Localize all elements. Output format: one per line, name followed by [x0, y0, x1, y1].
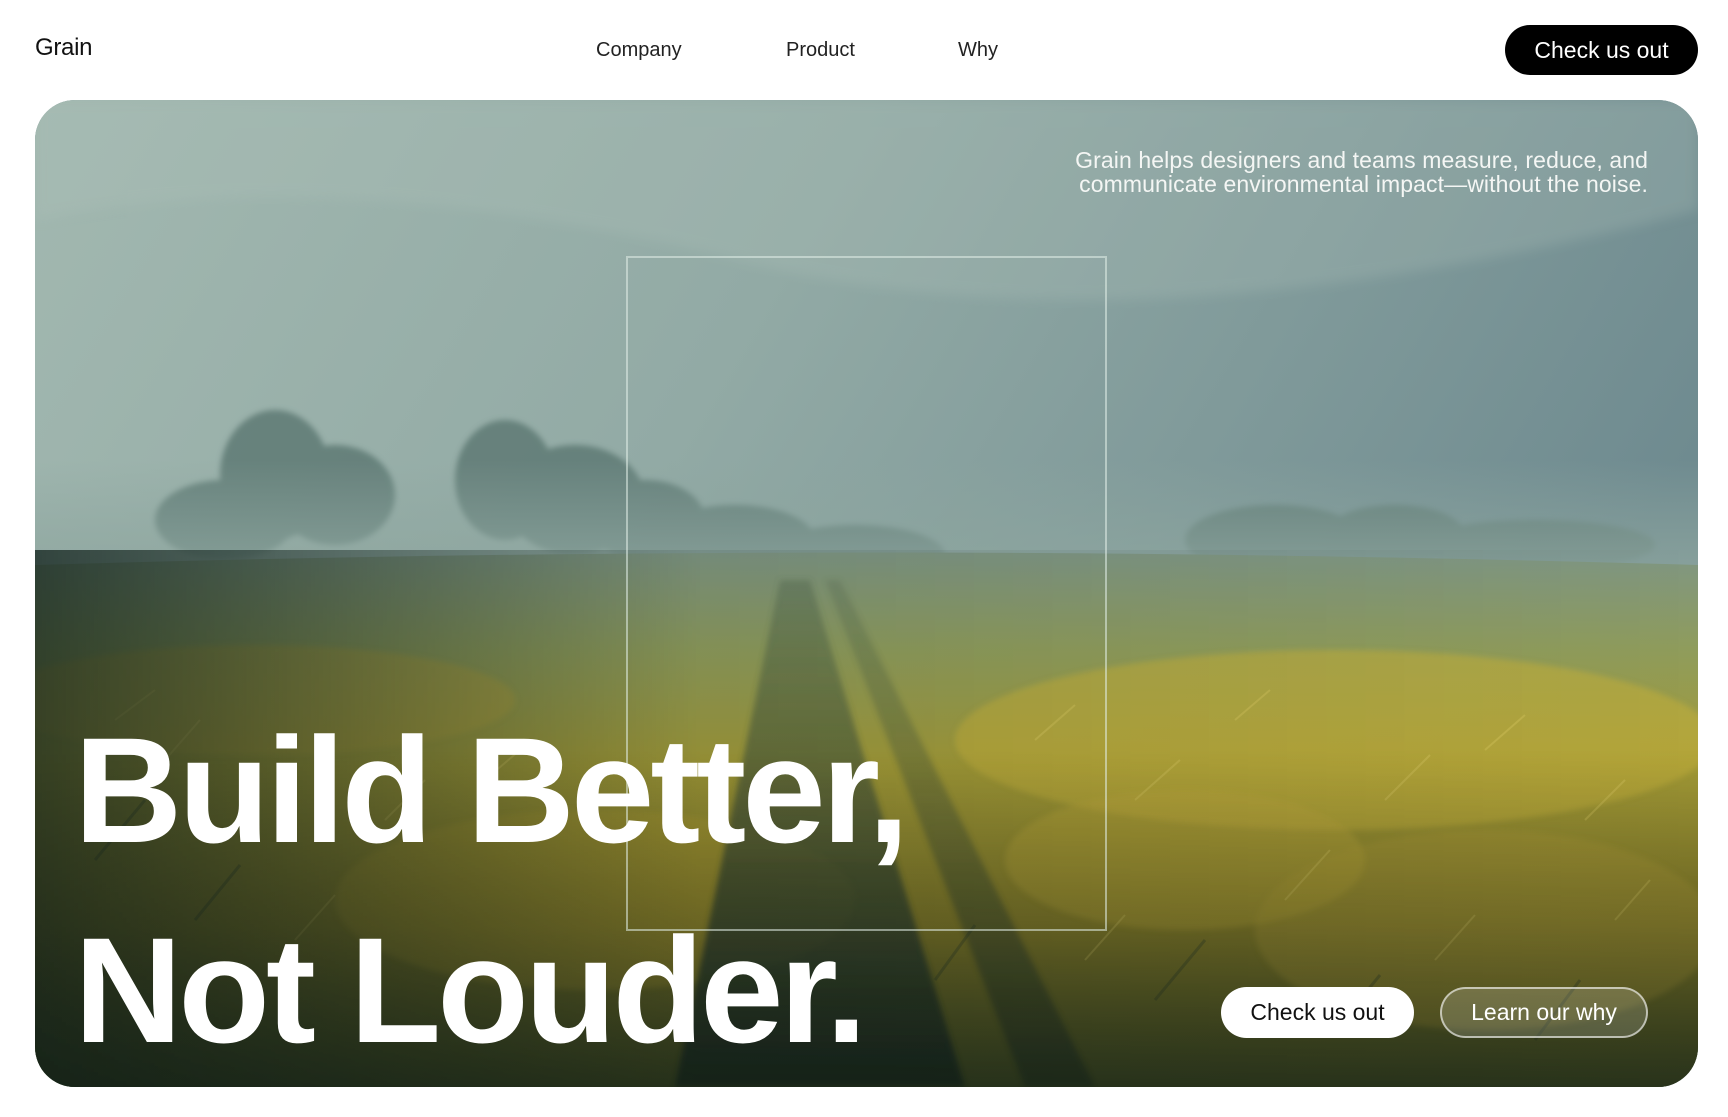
- top-nav: Grain Company Product Why Check us out: [0, 0, 1728, 100]
- nav-link-product[interactable]: Product: [786, 39, 855, 62]
- hero-headline: Build Better, Not Louder.: [74, 690, 909, 1087]
- hero-tagline-line-2: communicate environmental impact—without…: [1079, 171, 1648, 197]
- nav-links: Company Product Why: [0, 39, 1728, 63]
- hero-tagline: Grain helps designers and teams measure,…: [928, 148, 1648, 196]
- hero-headline-line-1: Build Better,: [74, 706, 909, 874]
- hero-section: Grain helps designers and teams measure,…: [35, 100, 1698, 1087]
- hero-headline-line-2: Not Louder.: [74, 906, 867, 1074]
- nav-link-company[interactable]: Company: [596, 39, 682, 62]
- hero-learn-our-why-button[interactable]: Learn our why: [1440, 987, 1648, 1038]
- nav-link-why[interactable]: Why: [958, 39, 998, 62]
- hero-tagline-line-1: Grain helps designers and teams measure,…: [1075, 147, 1648, 173]
- hero-check-us-out-button[interactable]: Check us out: [1221, 987, 1414, 1038]
- nav-check-us-out-button[interactable]: Check us out: [1505, 25, 1698, 75]
